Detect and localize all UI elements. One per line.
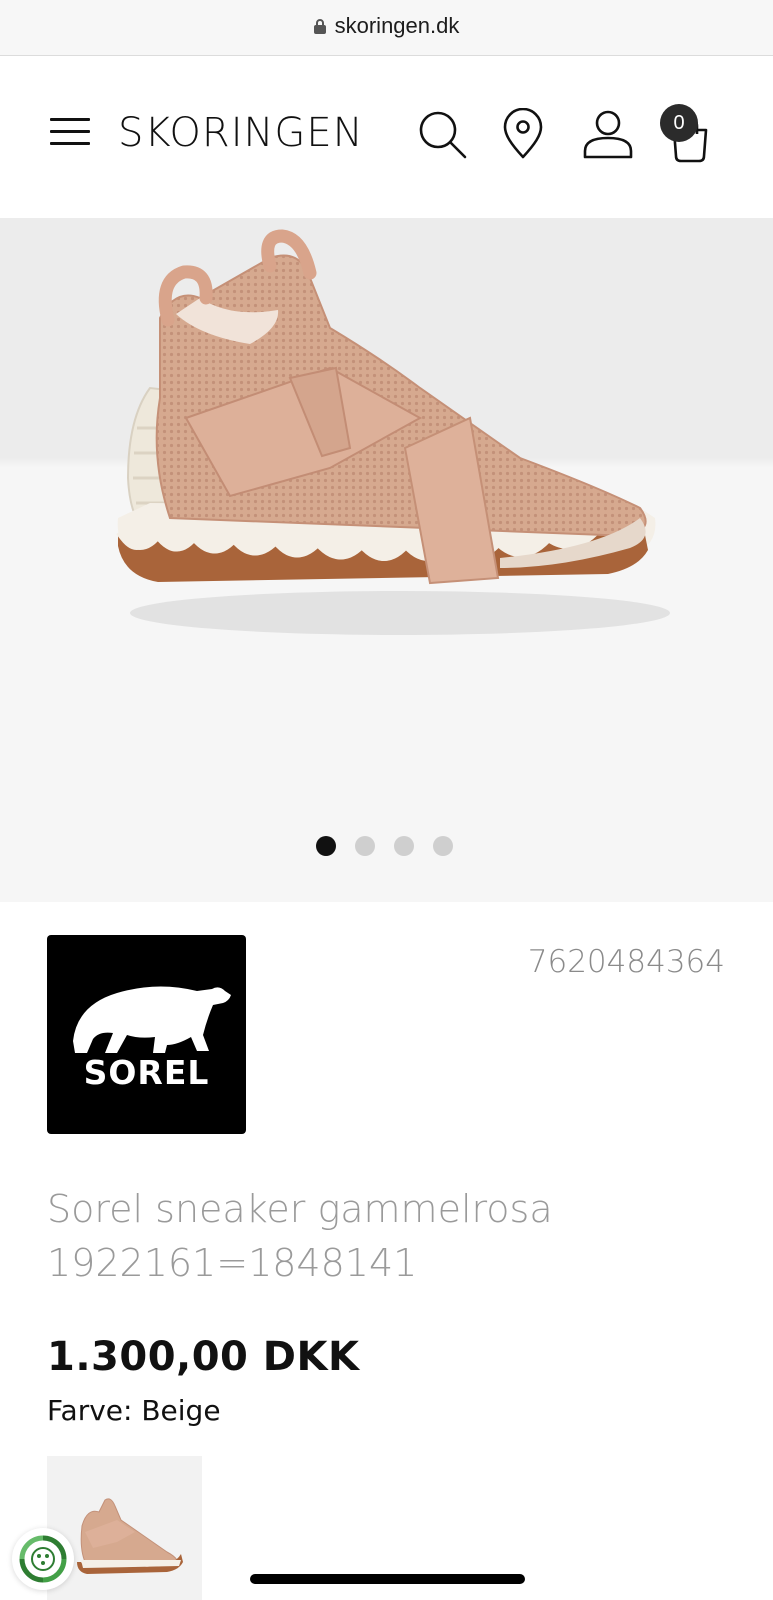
sustainability-badge[interactable] <box>12 1528 74 1590</box>
home-indicator[interactable] <box>250 1574 525 1584</box>
gallery-dot-2[interactable] <box>355 836 375 856</box>
product-title-line-1: Sorel sneaker gammelrosa <box>47 1187 553 1231</box>
recycle-icon <box>19 1535 67 1583</box>
gallery-dot-4[interactable] <box>433 836 453 856</box>
product-image-gallery[interactable] <box>0 218 773 902</box>
account-icon[interactable] <box>582 108 634 160</box>
product-title-line-2: 1922161=1848141 <box>47 1241 418 1285</box>
gallery-dot-1[interactable] <box>316 836 336 856</box>
search-icon[interactable] <box>416 108 468 160</box>
site-header: SKORINGEN <box>0 56 773 218</box>
article-number: 7620484364 <box>527 944 725 980</box>
product-title: Sorel sneaker gammelrosa 1922161=1848141 <box>47 1182 727 1290</box>
product-color: Farve: Beige <box>47 1394 221 1427</box>
store-locator-icon[interactable] <box>497 108 549 160</box>
brand-logo-text: SOREL <box>83 1053 210 1092</box>
url-text: skoringen.dk <box>334 13 460 38</box>
product-image <box>116 229 670 635</box>
menu-icon[interactable] <box>50 118 90 146</box>
browser-url-bar[interactable]: skoringen.dk <box>0 0 773 56</box>
polar-bear-icon <box>73 986 231 1053</box>
brand-logo[interactable]: SOREL <box>47 935 246 1134</box>
url-display[interactable]: skoringen.dk <box>0 13 773 39</box>
site-logo[interactable]: SKORINGEN <box>118 110 364 156</box>
cart-count-badge: 0 <box>660 104 698 142</box>
gallery-dot-3[interactable] <box>394 836 414 856</box>
product-price: 1.300,00 DKK <box>47 1334 360 1380</box>
lock-icon <box>313 19 326 34</box>
